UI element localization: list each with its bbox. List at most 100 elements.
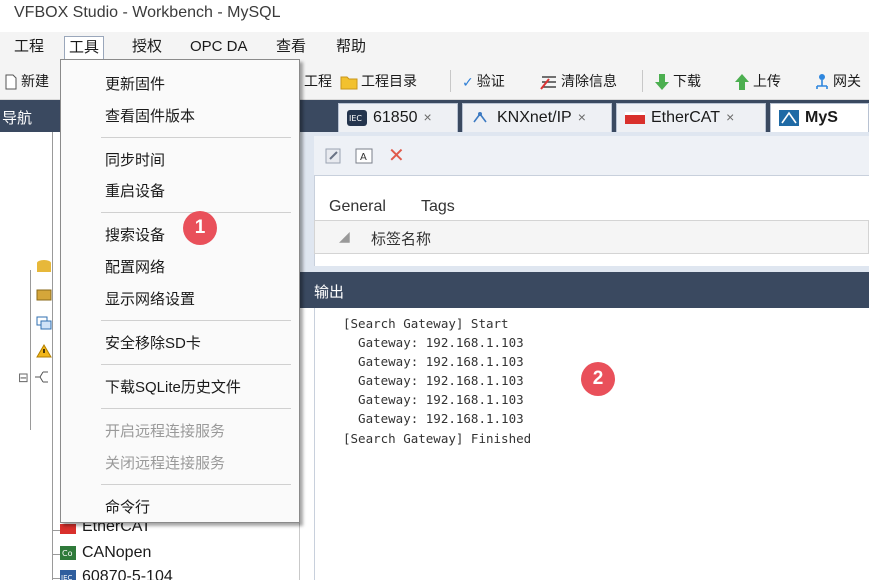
tab-61850-label: 61850 xyxy=(373,109,418,126)
canopen-icon: Co xyxy=(60,546,76,560)
menu-item-search-device[interactable]: 搜索设备 xyxy=(105,224,165,245)
tree-item-canopen[interactable]: CANopen xyxy=(82,544,151,562)
step-badge-2: 2 xyxy=(581,362,615,396)
tree-expand-icon[interactable]: ⊟ xyxy=(18,370,29,386)
edit-icon[interactable] xyxy=(324,146,344,166)
project-dir-button[interactable]: 工程目录 xyxy=(340,70,417,92)
tab-61850[interactable]: IEC 61850 × xyxy=(338,103,458,132)
tab-mysql[interactable]: MyS xyxy=(770,103,869,132)
project-dir-label: 工程目录 xyxy=(361,73,417,89)
document-area: A ✕ General Tags ◢ 标签名称 xyxy=(300,132,869,272)
tab-knxnet-close-icon[interactable]: × xyxy=(578,109,586,125)
tree-item-60870[interactable]: 60870-5-104 xyxy=(82,568,173,580)
ethercat-tab-icon xyxy=(625,111,645,124)
menu-item-restart-device[interactable]: 重启设备 xyxy=(105,180,165,201)
tab-knxnet[interactable]: KNXnet/IP × xyxy=(462,103,612,132)
new-file-icon xyxy=(5,74,17,90)
column-tag-name[interactable]: 标签名称 xyxy=(371,228,431,249)
clear-list-icon xyxy=(540,76,556,90)
rename-icon[interactable]: A xyxy=(354,146,374,166)
menu-bar: 工程 工具 授权 OPC DA 查看 帮助 xyxy=(0,32,869,62)
verify-button[interactable]: ✓ 验证 xyxy=(462,70,505,92)
iec-icon: IEC xyxy=(60,570,76,580)
delete-icon[interactable]: ✕ xyxy=(388,143,405,168)
database-group-icon xyxy=(36,289,52,301)
window-title: VFBOX Studio - Workbench - MySQL xyxy=(14,4,281,21)
verify-label: 验证 xyxy=(476,73,505,89)
nav-panel-title: 导航 xyxy=(2,110,33,127)
output-line: Gateway: 192.168.1.103 xyxy=(343,392,524,407)
gateway-label: 网关 xyxy=(833,73,861,89)
download-label: 下载 xyxy=(673,73,701,89)
tree-connector xyxy=(52,132,53,580)
output-line: Gateway: 192.168.1.103 xyxy=(343,354,524,369)
menu-item-stop-remote-service[interactable]: 关闭远程连接服务 xyxy=(105,452,225,473)
menu-tools[interactable]: 工具 xyxy=(64,36,105,60)
tab-tags[interactable]: Tags xyxy=(421,198,455,216)
new-button-label: 新建 xyxy=(21,73,49,89)
svg-text:Co: Co xyxy=(62,549,73,558)
tab-ethercat-close-icon[interactable]: × xyxy=(726,109,734,125)
output-panel[interactable]: [Search Gateway] Start Gateway: 192.168.… xyxy=(314,308,869,580)
toolbar-separator xyxy=(450,70,451,92)
output-line: Gateway: 192.168.1.103 xyxy=(343,411,524,426)
tree-connector xyxy=(30,270,31,430)
output-line: Gateway: 192.168.1.103 xyxy=(343,373,524,388)
clear-button[interactable]: 清除信息 xyxy=(540,70,617,92)
svg-text:IEC: IEC xyxy=(349,114,362,123)
new-button[interactable]: 新建 xyxy=(4,70,49,92)
upload-button[interactable]: 上传 xyxy=(734,70,781,92)
clear-label: 清除信息 xyxy=(561,73,617,89)
step-badge-1: 1 xyxy=(183,211,217,245)
project-button-label: 工程 xyxy=(304,73,332,89)
menu-view[interactable]: 查看 xyxy=(272,36,310,60)
upload-label: 上传 xyxy=(753,73,781,89)
output-panel-title: 输出 xyxy=(314,284,345,301)
menu-license[interactable]: 授权 xyxy=(128,36,166,60)
menu-item-command-line[interactable]: 命令行 xyxy=(105,496,150,517)
menu-separator xyxy=(101,320,291,321)
windows-icon xyxy=(36,316,52,330)
tab-61850-close-icon[interactable]: × xyxy=(424,109,432,125)
project-button[interactable]: 工程 xyxy=(304,70,332,92)
menu-item-configure-network[interactable]: 配置网络 xyxy=(105,256,165,277)
download-button[interactable]: 下载 xyxy=(654,70,701,92)
ethercat-icon xyxy=(60,524,76,534)
menu-item-start-remote-service[interactable]: 开启远程连接服务 xyxy=(105,420,225,441)
menu-item-show-network-settings[interactable]: 显示网络设置 xyxy=(105,288,195,309)
toolbar-separator xyxy=(642,70,643,92)
menu-separator xyxy=(101,364,291,365)
output-line: Gateway: 192.168.1.103 xyxy=(343,335,524,350)
tags-table-header: ◢ 标签名称 xyxy=(314,220,869,254)
menu-project[interactable]: 工程 xyxy=(10,36,48,60)
menu-item-safe-remove-sd[interactable]: 安全移除SD卡 xyxy=(105,332,201,353)
gateway-network-icon xyxy=(816,74,828,90)
document-tab-strip: IEC 61850 × KNXnet/IP × EtherCAT × MyS xyxy=(300,100,869,132)
menu-opcda[interactable]: OPC DA xyxy=(186,36,252,60)
tab-ethercat-label: EtherCAT xyxy=(651,109,721,126)
knx-link-icon xyxy=(473,111,487,123)
menu-separator xyxy=(101,484,291,485)
output-panel-header: 输出 xyxy=(300,272,869,308)
menu-help[interactable]: 帮助 xyxy=(332,36,370,60)
menu-separator xyxy=(101,137,291,138)
tab-mysql-label: MyS xyxy=(805,109,838,126)
menu-item-download-sqlite[interactable]: 下载SQLite历史文件 xyxy=(105,376,241,397)
download-arrow-icon xyxy=(655,74,669,91)
upload-arrow-icon xyxy=(735,74,749,91)
svg-text:IEC: IEC xyxy=(61,574,72,580)
tab-general[interactable]: General xyxy=(329,198,386,216)
row-indicator-icon: ◢ xyxy=(339,228,350,244)
menu-item-update-firmware[interactable]: 更新固件 xyxy=(105,73,165,94)
menu-item-view-firmware-version[interactable]: 查看固件版本 xyxy=(105,105,195,126)
menu-separator xyxy=(101,408,291,409)
mysql-tab-icon xyxy=(779,109,799,126)
gateway-button[interactable]: 网关 xyxy=(814,70,861,92)
menu-item-sync-time[interactable]: 同步时间 xyxy=(105,149,165,170)
iec-61850-icon: IEC xyxy=(347,109,367,126)
tools-dropdown-menu: 更新固件 查看固件版本 同步时间 重启设备 搜索设备 配置网络 显示网络设置 安… xyxy=(60,59,300,523)
warning-icon xyxy=(36,344,52,358)
output-line: [Search Gateway] Finished xyxy=(343,431,532,446)
tab-ethercat[interactable]: EtherCAT × xyxy=(616,103,766,132)
svg-text:A: A xyxy=(360,152,367,163)
